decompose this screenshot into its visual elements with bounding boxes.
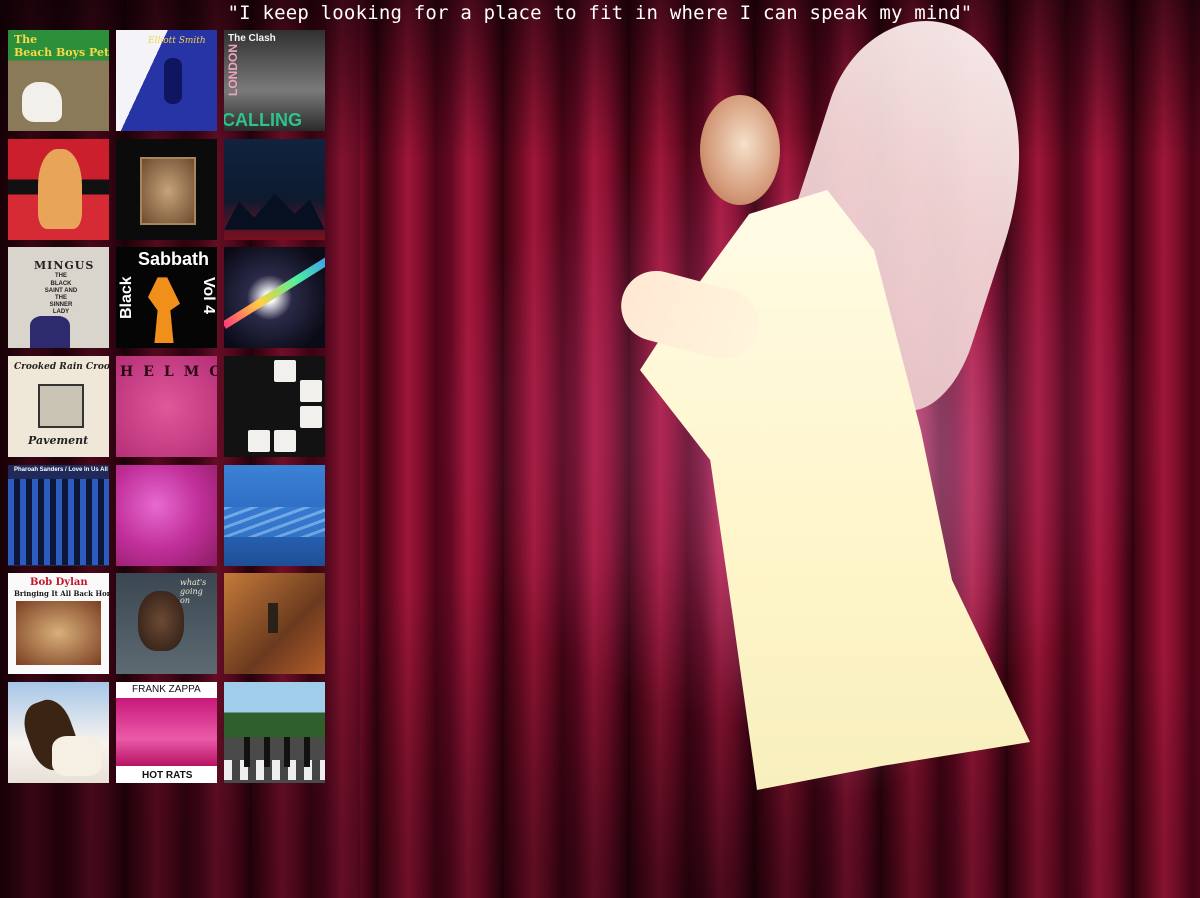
album-title-line: Pavement: [28, 434, 89, 448]
album-title-line: FRANK ZAPPA: [132, 684, 201, 696]
album-title-line: LONDON: [226, 44, 240, 96]
album-cover-autumn-woods[interactable]: [224, 573, 325, 675]
album-cover-portrait[interactable]: [116, 138, 217, 240]
album-cover-elliott-smith[interactable]: Elliott Smith: [116, 30, 217, 131]
figure-artwork: [30, 316, 70, 349]
album-cover-pink-collage[interactable]: HELMODE: [116, 356, 217, 458]
album-cover-dice[interactable]: [224, 356, 325, 458]
album-title-line: CALLING: [224, 110, 302, 130]
wave-artwork: [224, 506, 325, 537]
shirt-artwork: [52, 736, 102, 777]
album-cover-prism[interactable]: [224, 247, 325, 349]
album-title-line: Bob Dylan: [30, 577, 88, 589]
album-title-line: Black: [118, 276, 135, 320]
album-cover-black-sabbath-vol-4[interactable]: Black Sabbath Vol 4: [116, 247, 217, 349]
dice-artwork: [274, 360, 296, 383]
album-title-line: Bringing It All Back Home: [14, 589, 109, 599]
pattern-artwork: [8, 478, 109, 565]
dice-artwork: [300, 406, 322, 429]
album-title-line: what's going on: [180, 578, 207, 606]
quote-text: "I keep looking for a place to fit in wh…: [227, 2, 973, 24]
figure-artwork: [284, 737, 290, 768]
album-cover-dark-mountains[interactable]: [224, 138, 325, 240]
dice-artwork: [248, 430, 270, 453]
album-cover-red-illustration[interactable]: [8, 138, 109, 240]
collage-artwork: [38, 384, 84, 429]
album-title-line: Beach Boys Pet Sounds: [14, 46, 109, 59]
album-cover-love-in-us-all[interactable]: Pharoah Sanders / Love In Us All: [8, 464, 109, 566]
album-cover-pet-sounds[interactable]: The Beach Boys Pet Sounds: [8, 30, 109, 131]
photo-artwork: [116, 698, 217, 767]
album-title-line: MINGUS: [34, 259, 95, 273]
album-title-line: The Clash: [228, 33, 276, 44]
figure-artwork: [164, 58, 182, 104]
goat-artwork: [22, 82, 62, 122]
album-cover-london-calling[interactable]: The Clash LONDON CALLING: [224, 30, 325, 131]
dice-artwork: [300, 380, 322, 403]
figure-artwork: [268, 603, 278, 634]
figure-artwork: [264, 737, 270, 768]
album-title-line: The: [14, 33, 38, 46]
dice-artwork: [274, 430, 296, 453]
portrait-artwork: [138, 591, 184, 652]
figure-artwork: [38, 148, 82, 229]
album-title-line: THE BLACK SAINT AND THE SINNER LADY: [44, 273, 78, 316]
light-ray-artwork: [224, 253, 325, 330]
album-cover-abbey-road[interactable]: [224, 682, 325, 784]
album-title-line: HELMODE: [120, 364, 217, 381]
figure-artwork: [148, 277, 180, 344]
album-cover-blue-wave[interactable]: [224, 464, 325, 566]
figure-artwork: [244, 737, 250, 768]
album-title-line: Crooked Rain Crooked Rain: [14, 362, 109, 373]
album-title-line: Vol 4: [200, 277, 217, 315]
album-title-line: HOT RATS: [142, 770, 193, 782]
portrait-artwork: [140, 156, 196, 225]
mountain-artwork: [224, 193, 325, 230]
album-cover-mingus[interactable]: MINGUS THE BLACK SAINT AND THE SINNER LA…: [8, 247, 109, 349]
album-title-line: Elliott Smith: [148, 36, 206, 46]
photo-artwork: [16, 601, 101, 666]
album-title-line: Pharoah Sanders / Love In Us All: [14, 466, 108, 473]
album-title-line: Sabbath: [138, 249, 210, 270]
album-grid: The Beach Boys Pet Sounds Elliott Smith …: [8, 30, 326, 784]
album-cover-hot-rats[interactable]: FRANK ZAPPA HOT RATS: [116, 682, 217, 784]
album-cover-bringing-it-all-back-home[interactable]: Bob Dylan Bringing It All Back Home: [8, 573, 109, 675]
album-cover-portrait-sky[interactable]: [8, 682, 109, 784]
figure-artwork: [304, 737, 310, 768]
album-cover-whats-going-on[interactable]: what's going on: [116, 573, 217, 675]
angel-figure: [600, 0, 1064, 810]
album-cover-pink-blur[interactable]: [116, 464, 217, 566]
album-cover-crooked-rain[interactable]: Crooked Rain Crooked Rain Pavement: [8, 356, 109, 458]
angel-head: [700, 95, 780, 205]
